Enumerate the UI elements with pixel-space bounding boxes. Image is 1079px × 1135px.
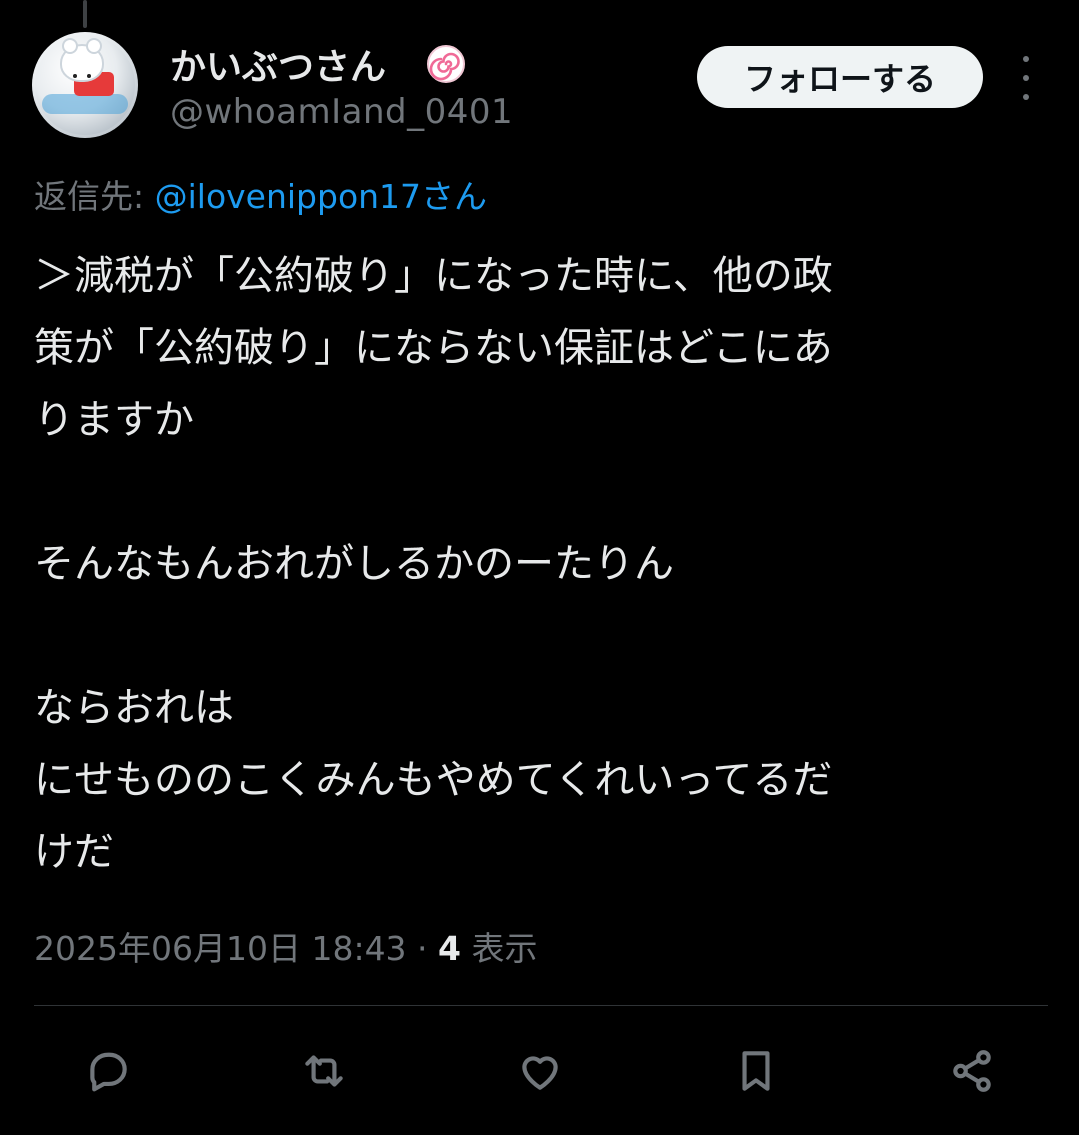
retweet-icon: [305, 1055, 343, 1087]
retweet-button[interactable]: [297, 1044, 351, 1098]
reply-to-prefix: 返信先:: [34, 177, 155, 216]
like-button[interactable]: [513, 1044, 567, 1098]
tweet-line: けだ: [34, 829, 114, 875]
timestamp[interactable]: 2025年06月10日 18:43: [34, 929, 407, 968]
tweet-line: にせもののこくみんもやめてくれいってるだ: [34, 757, 833, 803]
reply-to-line: 返信先: @ilovenippon17さん: [34, 170, 487, 218]
reply-icon: [90, 1052, 127, 1092]
avatar-stripe: [42, 94, 128, 114]
share-button[interactable]: [945, 1044, 999, 1098]
like-icon: [522, 1056, 558, 1090]
reply-button[interactable]: [81, 1044, 135, 1098]
view-label: 表示: [461, 929, 538, 968]
user-handle[interactable]: @whoamIand_0401: [170, 92, 513, 132]
bookmark-icon: [742, 1051, 770, 1091]
follow-button[interactable]: フォローする: [697, 46, 983, 108]
naruto-spiral-icon: [427, 45, 465, 83]
thread-connector-line: [83, 0, 87, 28]
bookmark-button[interactable]: [729, 1044, 783, 1098]
tweet-line: ＞減税が「公約破り」になった時に、他の政: [34, 253, 833, 299]
tweet-line: そんなもんおれがしるかのーたりん: [34, 541, 674, 587]
avatar[interactable]: [32, 32, 138, 138]
share-icon: [953, 1050, 991, 1092]
reply-to-link[interactable]: @ilovenippon17さん: [155, 177, 487, 216]
tweet-meta: 2025年06月10日 18:43 · 4 表示: [34, 922, 538, 970]
display-name[interactable]: かいぶつさん: [170, 38, 386, 90]
tweet-line: りますか: [34, 397, 194, 443]
tweet-text: ＞減税が「公約破り」になった時に、他の政 策が「公約破り」にならない保証はどこに…: [34, 240, 1044, 888]
tweet-line: 策が「公約破り」にならない保証はどこにあ: [34, 325, 833, 371]
avatar-bear: [62, 40, 102, 80]
tweet-line: ならおれは: [34, 685, 234, 731]
meta-separator: ·: [406, 929, 439, 968]
avatar-eye: [73, 74, 77, 78]
more-options-icon[interactable]: [1010, 56, 1042, 100]
avatar-eye: [87, 74, 91, 78]
view-count: 4: [438, 929, 462, 968]
divider: [34, 1005, 1048, 1006]
